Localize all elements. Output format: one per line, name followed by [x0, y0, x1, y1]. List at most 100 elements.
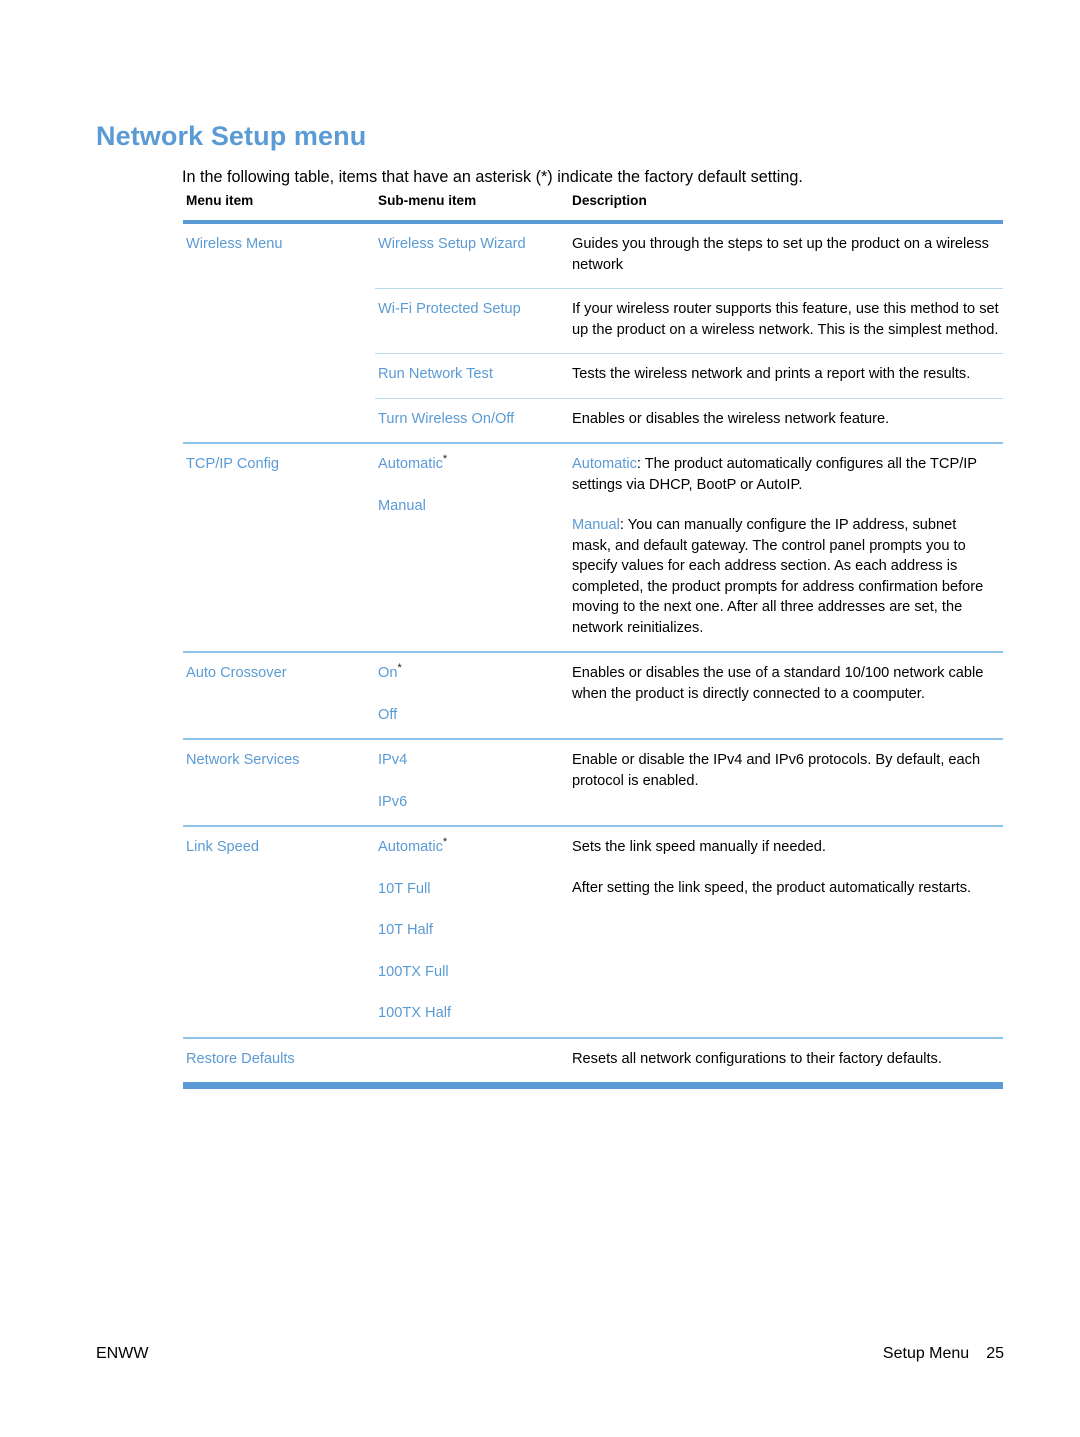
- sub-menu-item-label: 100TX Full: [378, 963, 449, 980]
- sub-menu-item: Off: [378, 705, 555, 726]
- footer-right: Setup Menu 25: [883, 1345, 1004, 1363]
- menu-item-cell: Network Services: [183, 738, 375, 826]
- table-bottom-rule: [183, 1082, 1003, 1089]
- sub-menu-item-label: IPv4: [378, 752, 408, 768]
- column-header-sub-menu-item: Sub-menu item: [375, 193, 569, 224]
- default-asterisk: *: [442, 453, 448, 466]
- sub-menu-item-label: IPv6: [378, 793, 408, 810]
- sub-menu-item-cell: Turn Wireless On/Off: [375, 397, 569, 443]
- sub-menu-item: 10T Full: [378, 879, 555, 900]
- menu-item-cell: [183, 354, 375, 399]
- menu-item-label: Network Services: [186, 752, 300, 768]
- description-cell-content: Automatic: The product automatically con…: [572, 454, 999, 638]
- sub-menu-item: Turn Wireless On/Off: [378, 409, 555, 430]
- sub-menu-item-label: Wi-Fi Protected Setup: [378, 301, 521, 317]
- sub-menu-item-label: Manual: [378, 497, 426, 514]
- sub-menu-item: Manual: [378, 496, 555, 517]
- document-page: Network Setup menu In the following tabl…: [0, 0, 1080, 1437]
- description-cell: Enables or disables the use of a standar…: [569, 651, 1003, 739]
- page-title: Network Setup menu: [96, 121, 367, 152]
- menu-item-cell: TCP/IP Config: [183, 442, 375, 652]
- column-header-menu-item: Menu item: [183, 193, 375, 224]
- description-cell-content: Enables or disables the use of a standar…: [572, 663, 999, 704]
- sub-menu-item-label: Automatic: [378, 839, 443, 855]
- sub-menu-item-list: IPv4 IPv6: [378, 750, 555, 812]
- table-row: Wireless Menu Wireless Setup Wizard Guides…: [183, 222, 1003, 289]
- network-setup-menu-table: Menu item Sub-menu item Description Wire…: [183, 193, 1003, 1089]
- description-paragraph: After setting the link speed, the produc…: [572, 879, 972, 896]
- sub-menu-item: 100TX Full: [378, 962, 555, 983]
- footer-left-label: ENWW: [96, 1345, 149, 1362]
- sub-menu-item-cell: On* Off: [375, 651, 569, 739]
- footer-section-label: Setup Menu: [882, 1345, 970, 1362]
- description-cell: Sets the link speed manually if needed. A…: [569, 825, 1003, 1038]
- table-row: Wi-Fi Protected Setup If your wireless ro…: [183, 288, 1003, 354]
- footer-page-number: 25: [986, 1345, 1004, 1362]
- menu-item-label: Link Speed: [186, 839, 260, 855]
- menu-item-cell: Auto Crossover: [183, 651, 375, 739]
- description-cell-content: If your wireless router supports this fe…: [572, 299, 999, 340]
- menu-item-cell: [183, 398, 375, 443]
- sub-menu-item: On*: [378, 663, 555, 684]
- sub-menu-item: Automatic*: [378, 837, 555, 858]
- sub-menu-item-cell: Automatic* 10T Full 10T Half 100TX Full 100T…: [375, 825, 569, 1038]
- sub-menu-item: 100TX Half: [378, 1003, 555, 1024]
- table-header-row: Menu item Sub-menu item Description: [183, 193, 1003, 224]
- menu-item-label: Auto Crossover: [186, 665, 287, 681]
- sub-menu-item-label: Wireless Setup Wizard: [378, 236, 526, 252]
- sub-menu-item-cell: Wi-Fi Protected Setup: [375, 288, 569, 354]
- table-body: Wireless Menu Wireless Setup Wizard Guides…: [183, 222, 1003, 1082]
- sub-menu-item: IPv4: [378, 750, 555, 771]
- sub-menu-item: Wireless Setup Wizard: [378, 234, 555, 255]
- description-cell-content: Sets the link speed manually if needed. A…: [572, 837, 999, 898]
- sub-menu-item: Automatic*: [378, 454, 555, 475]
- menu-item-cell: Restore Defaults: [183, 1036, 375, 1082]
- description-paragraph: Automatic: The product automatically con…: [572, 456, 977, 493]
- sub-menu-item-label: Turn Wireless On/Off: [378, 410, 515, 427]
- description-cell-content: Tests the wireless network and prints a …: [572, 364, 999, 385]
- table-row: Network Services IPv4 IPv6 Enable or disabl…: [183, 738, 1003, 826]
- description-cell: If your wireless router supports this fe…: [569, 288, 1003, 354]
- description-paragraph: Tests the wireless network and prints a …: [572, 366, 971, 382]
- description-paragraph: Enables or disables the use of a standar…: [572, 665, 984, 702]
- sub-menu-item-label: 100TX Half: [378, 1005, 452, 1021]
- sub-menu-item: Run Network Test: [378, 364, 555, 385]
- description-cell: Guides you through the steps to set up t…: [569, 222, 1003, 289]
- sub-menu-item-list: Automatic* 10T Full 10T Half 100TX Full 100T…: [378, 837, 555, 1024]
- sub-menu-item-label: Off: [378, 706, 398, 723]
- table-row: Auto Crossover On* Off Enables or disables …: [183, 651, 1003, 739]
- sub-menu-item: IPv6: [378, 792, 555, 813]
- table-row: Link Speed Automatic* 10T Full 10T Half 100T…: [183, 825, 1003, 1038]
- table-row: Run Network Test Tests the wireless netwo…: [183, 353, 1003, 399]
- description-term: Manual: [572, 517, 620, 533]
- sub-menu-item-label: On: [378, 665, 398, 681]
- table-row: Restore Defaults Resets all network confi…: [183, 1036, 1003, 1082]
- menu-item-label: TCP/IP Config: [186, 456, 280, 472]
- sub-menu-item: Wi-Fi Protected Setup: [378, 299, 555, 320]
- sub-menu-item-label: Run Network Test: [378, 366, 493, 382]
- description-cell-content: Resets all network configurations to the…: [572, 1049, 999, 1070]
- sub-menu-item-cell: Automatic* Manual: [375, 442, 569, 652]
- description-paragraph: Guides you through the steps to set up t…: [572, 236, 989, 273]
- table-header: Menu item Sub-menu item Description: [183, 193, 1003, 224]
- sub-menu-item-cell: Wireless Setup Wizard: [375, 222, 569, 289]
- sub-menu-item-label: 10T Full: [378, 880, 431, 897]
- default-asterisk: *: [442, 836, 448, 849]
- description-cell-content: Guides you through the steps to set up t…: [572, 234, 999, 275]
- description-paragraph: Enables or disables the wireless network…: [572, 410, 890, 427]
- description-term: Automatic: [572, 456, 637, 472]
- description-paragraph: Resets all network configurations to the…: [572, 1050, 942, 1067]
- description-paragraph: If your wireless router supports this fe…: [572, 301, 999, 338]
- menu-item-cell: Wireless Menu: [183, 222, 375, 289]
- column-header-description: Description: [569, 193, 1003, 224]
- sub-menu-item-list: Automatic* Manual: [378, 454, 555, 516]
- description-paragraph: Sets the link speed manually if needed.: [572, 839, 826, 855]
- description-cell: Enable or disable the IPv4 and IPv6 prot…: [569, 738, 1003, 826]
- sub-menu-item-list: On* Off: [378, 663, 555, 725]
- sub-menu-item: 10T Half: [378, 920, 555, 941]
- description-cell: Resets all network configurations to the…: [569, 1036, 1003, 1082]
- sub-menu-item-cell: Run Network Test: [375, 353, 569, 398]
- sub-menu-item-cell: [375, 1036, 569, 1082]
- table-row: TCP/IP Config Automatic* Manual Automatic: …: [183, 442, 1003, 652]
- menu-item-cell: Link Speed: [183, 825, 375, 1038]
